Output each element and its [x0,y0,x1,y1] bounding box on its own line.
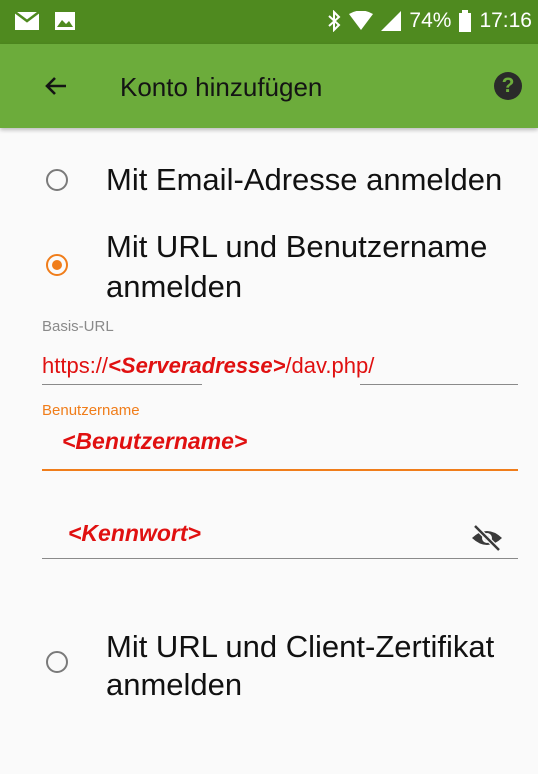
base-url-prefix: https:// [42,353,109,378]
radio-email[interactable] [46,169,68,191]
status-bar: 74% 17:16 [0,0,538,44]
option-email[interactable]: Mit Email-Adresse anmelden [0,158,538,202]
username-underline [42,469,518,471]
battery-icon [459,10,472,32]
option-url-username-label-1: Mit URL und Benutzername [106,229,488,264]
option-url-certificate[interactable]: Mit URL und Client-Zertifikat anmelden [0,625,538,715]
base-url-underline-2 [360,384,518,385]
option-url-username-label-2: anmelden [106,269,243,304]
signal-icon [381,11,402,31]
base-url-label: Basis-URL [42,318,114,335]
mail-icon [14,11,40,30]
visibility-off-icon [472,524,502,552]
battery-percent: 74% [409,9,452,32]
option-email-label: Mit Email-Adresse anmelden [106,162,503,197]
radio-url-username[interactable] [46,254,68,276]
username-field[interactable]: <Benutzername> [42,422,518,472]
base-url-field[interactable]: https://<Serveradresse>/dav.php/ [42,353,374,379]
toggle-password-visibility[interactable] [470,524,504,552]
back-arrow-icon [45,77,66,95]
base-url-underline-1 [42,384,202,385]
username-value: <Benutzername> [62,428,248,454]
password-value: <Kennwort> [68,520,201,546]
app-bar: Konto hinzufügen ? [0,44,538,128]
wifi-icon [349,11,374,30]
page-title: Konto hinzufügen [120,72,323,102]
base-url-server-placeholder: <Serveradresse> [108,353,286,378]
radio-url-certificate[interactable] [46,651,68,673]
password-underline [42,558,518,559]
option-url-username[interactable]: Mit URL und Benutzername anmelden [0,225,538,315]
password-field[interactable]: <Kennwort> [42,510,462,560]
username-label: Benutzername [42,402,140,419]
clock: 17:16 [479,9,532,32]
bluetooth-icon [328,10,341,32]
option-url-certificate-label-2: anmelden [106,667,243,702]
help-icon[interactable]: ? [494,72,522,100]
image-icon [55,12,75,30]
base-url-suffix: /dav.php/ [285,353,375,378]
back-button[interactable] [38,68,74,104]
